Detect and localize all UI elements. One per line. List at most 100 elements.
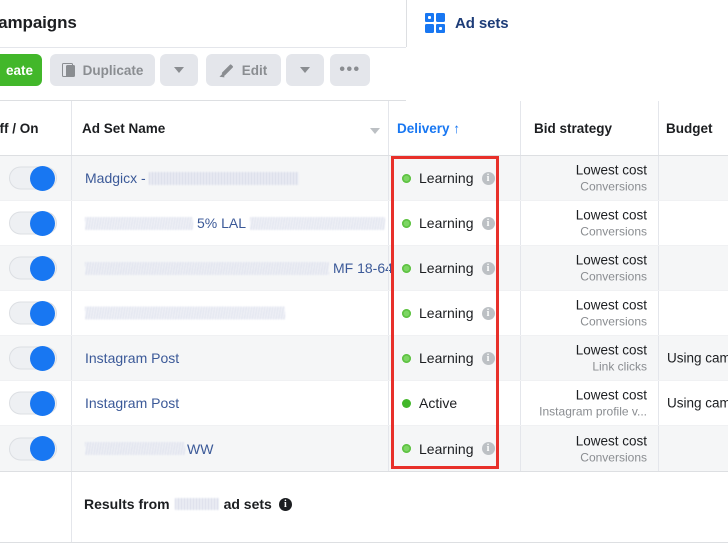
budget-value: Using cam (667, 395, 728, 411)
cell-ad-set-name (71, 291, 388, 335)
ad-sets-tab-panel: Ad sets (406, 0, 728, 47)
cell-delivery: Learning i (388, 156, 520, 200)
page-title: Campaigns (0, 13, 77, 32)
cell-budget (658, 201, 728, 245)
table-row[interactable]: WW Learning i Lowest cost Conversions (0, 426, 728, 471)
info-icon[interactable]: i (481, 351, 495, 365)
table-row[interactable]: Madgicx - Learning i Lowest cost Convers… (0, 156, 728, 201)
status-dot-learning-icon (402, 218, 411, 228)
info-icon[interactable]: i (481, 216, 495, 230)
ad-set-name-link[interactable]: Instagram Post (85, 350, 179, 366)
info-icon[interactable]: i (481, 442, 495, 455)
bid-strategy-objective: Conversions (580, 314, 647, 329)
delivery-status-label: Learning (419, 305, 474, 321)
cell-ad-set-name: WW (71, 426, 388, 471)
duplicate-dropdown-button[interactable] (160, 54, 198, 86)
ad-set-name-link[interactable]: MF 18-64 (85, 260, 393, 276)
cell-budget (658, 246, 728, 290)
duplicate-button-label: Duplicate (82, 62, 144, 78)
chevron-down-icon (174, 67, 184, 73)
info-icon[interactable]: i (481, 306, 495, 320)
column-header-off-on[interactable]: Off / On (0, 121, 39, 136)
cell-off-on (0, 336, 71, 380)
delivery-status: Learning i (402, 305, 495, 321)
table-row[interactable]: Instagram Post Learning i Lowest cost Li… (0, 336, 728, 381)
cell-off-on (0, 426, 71, 471)
column-header-delivery[interactable]: Delivery ↑ (397, 121, 460, 136)
ad-set-toggle[interactable] (9, 255, 57, 281)
ad-sets-table: Off / On Ad Set Name Delivery ↑ Bid stra… (0, 101, 728, 543)
column-header-budget[interactable]: Budget (666, 121, 713, 136)
cell-off-on (0, 246, 71, 290)
bid-strategy-objective: Instagram profile v... (539, 404, 647, 419)
chevron-down-icon[interactable] (370, 128, 380, 134)
tab-ad-sets[interactable]: Ad sets (425, 7, 509, 39)
cell-delivery: Learning i (388, 426, 520, 471)
edit-button[interactable]: Edit (206, 54, 281, 86)
table-row[interactable]: MF 18-64 Learning i Lowest cost Conversi… (0, 246, 728, 291)
cell-off-on (0, 156, 71, 200)
ad-set-name-link[interactable]: Madgicx - (85, 170, 299, 186)
cell-bid-strategy: Lowest cost Conversions (520, 201, 658, 245)
ad-set-name-link[interactable]: WW (85, 441, 213, 457)
cell-delivery: Learning i (388, 291, 520, 335)
ad-set-name-link[interactable]: 5% LAL (85, 215, 386, 231)
cell-ad-set-name: Instagram Post (71, 381, 388, 425)
bid-strategy-value: Lowest cost (575, 162, 647, 178)
delivery-status: Learning i (402, 260, 495, 276)
create-button[interactable]: eate (0, 54, 42, 86)
results-summary-text: Results from ad sets i (84, 496, 292, 512)
cell-bid-strategy: Lowest cost Conversions (520, 426, 658, 471)
cell-budget: Using cam (658, 381, 728, 425)
delivery-status: Learning i (402, 215, 495, 231)
ad-set-toggle[interactable] (9, 345, 57, 371)
results-summary-row: Results from ad sets i (0, 471, 728, 543)
delivery-status: Learning i (402, 170, 495, 186)
cell-ad-set-name: Madgicx - (71, 156, 388, 200)
ad-set-toggle[interactable] (9, 390, 57, 416)
bid-strategy-value: Lowest cost (575, 207, 647, 223)
cell-budget (658, 156, 728, 200)
tab-ad-sets-label: Ad sets (455, 14, 509, 32)
cell-delivery: Learning i (388, 246, 520, 290)
redacted-count (174, 498, 219, 510)
bid-strategy-objective: Link clicks (592, 359, 647, 374)
info-icon[interactable]: i (481, 171, 495, 185)
cell-budget (658, 426, 728, 471)
table-row[interactable]: 5% LAL Learning i Lowest cost Conversion… (0, 201, 728, 246)
ad-set-toggle[interactable] (9, 165, 57, 191)
ad-set-name-text: Instagram Post (85, 350, 180, 366)
ad-set-toggle[interactable] (9, 210, 57, 236)
cell-ad-set-name: 5% LAL (71, 201, 388, 245)
table-row[interactable]: Instagram Post Active Lowest cost Instag… (0, 381, 728, 426)
ad-set-name-text: 5% LAL (197, 215, 247, 231)
info-icon[interactable]: i (278, 497, 292, 511)
info-icon[interactable]: i (481, 261, 495, 275)
bid-strategy-value: Lowest cost (575, 342, 647, 358)
ad-set-toggle[interactable] (9, 436, 57, 461)
bid-strategy-value: Lowest cost (575, 252, 647, 268)
column-header-bid-strategy[interactable]: Bid strategy (534, 121, 612, 136)
delivery-status: Learning i (402, 441, 495, 457)
page-header: Campaigns (0, 0, 406, 48)
delivery-status-label: Learning (419, 170, 474, 186)
cell-delivery: Learning i (388, 336, 520, 380)
status-dot-learning-icon (402, 263, 411, 273)
column-header-ad-set-name[interactable]: Ad Set Name (82, 121, 165, 136)
cell-ad-set-name: MF 18-64 (71, 246, 393, 290)
ad-set-name-link[interactable] (85, 306, 285, 320)
duplicate-button[interactable]: Duplicate (50, 54, 155, 86)
delivery-status-label: Active (419, 395, 458, 411)
edit-button-label: Edit (241, 62, 268, 78)
ad-set-toggle[interactable] (9, 300, 57, 326)
table-row[interactable]: Learning i Lowest cost Conversions (0, 291, 728, 336)
facebook-ads-manager-screenshot: Campaigns Ad sets eate Duplicate Edit ••… (0, 0, 728, 546)
ad-set-name-text: MF 18-64 (333, 260, 393, 276)
edit-dropdown-button[interactable] (286, 54, 324, 86)
bid-strategy-objective: Conversions (580, 450, 647, 464)
status-dot-learning-icon (402, 353, 411, 363)
cell-off-on (0, 291, 71, 335)
create-button-label: eate (5, 62, 33, 78)
ad-set-name-link[interactable]: Instagram Post (85, 395, 179, 411)
more-options-button[interactable]: ••• (330, 54, 370, 86)
